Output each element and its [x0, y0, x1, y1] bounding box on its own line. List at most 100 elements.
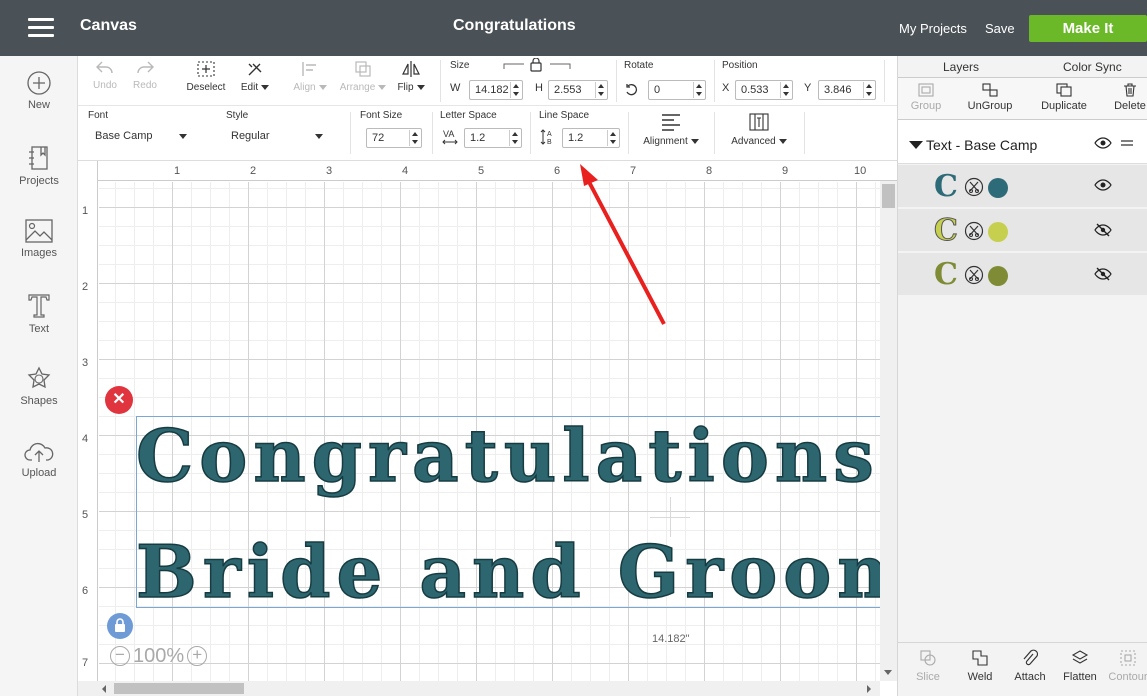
weld-button[interactable]: Weld — [960, 649, 1000, 683]
cut-operation-icon[interactable] — [964, 221, 984, 241]
hamburger-menu-icon[interactable] — [28, 18, 54, 38]
svg-text:A: A — [547, 131, 552, 138]
redo-button[interactable]: Redo — [130, 60, 160, 91]
scissors-pencil-icon — [248, 63, 262, 76]
layer-color-swatch[interactable] — [988, 178, 1008, 198]
ruler-tick-label: 8 — [706, 165, 713, 177]
line-space-input[interactable]: 1.2 — [562, 128, 620, 148]
layer-color-swatch[interactable] — [988, 266, 1008, 286]
advanced-menu-button[interactable]: Advanced — [724, 112, 794, 147]
vertical-scroll-thumb[interactable] — [882, 184, 895, 208]
height-input[interactable]: 2.553 — [548, 80, 608, 100]
scroll-left-arrow-icon[interactable] — [102, 685, 106, 693]
layer-color-swatch[interactable] — [988, 222, 1008, 242]
letter-space-label: Letter Space — [440, 110, 497, 121]
x-position-input[interactable]: 0.533 — [735, 80, 793, 100]
advanced-label: Advanced — [731, 136, 776, 147]
contour-button[interactable]: Contour — [1106, 649, 1147, 683]
eye-hidden-icon[interactable] — [1094, 223, 1112, 237]
style-label: Style — [226, 110, 249, 121]
flip-menu-button[interactable]: Flip — [394, 60, 428, 93]
layer-group-row[interactable]: Text - Base Camp — [898, 120, 1147, 164]
selection-bounding-box[interactable] — [136, 416, 896, 608]
cut-operation-icon[interactable] — [964, 265, 984, 285]
layer-row[interactable]: C — [898, 209, 1147, 252]
edit-menu-button[interactable]: Edit — [238, 60, 272, 93]
eye-hidden-icon[interactable] — [1094, 267, 1112, 281]
weld-icon — [972, 650, 988, 666]
layers-toolbar: Group UnGroup Duplicate Delete — [898, 78, 1147, 120]
eye-icon[interactable] — [1094, 179, 1112, 191]
size-lock-icon[interactable] — [502, 58, 572, 72]
undo-button[interactable]: Undo — [90, 60, 120, 91]
vertical-scrollbar[interactable] — [880, 181, 897, 681]
paperclip-icon — [1023, 649, 1039, 666]
sidebar-item-projects[interactable]: Projects — [0, 144, 78, 187]
width-label: W — [450, 82, 461, 94]
ruler-tick-label: 1 — [174, 165, 181, 177]
font-size-input[interactable]: 72 — [366, 128, 422, 148]
group-label: Group — [910, 100, 942, 112]
sidebar-item-label: Shapes — [20, 395, 58, 407]
toolbar-row-text: Font Base Camp Style Regular Font Size 7… — [78, 106, 897, 161]
arrange-menu-button[interactable]: Arrange — [338, 60, 388, 93]
y-position-input[interactable]: 3.846 — [818, 80, 876, 100]
my-projects-link[interactable]: My Projects — [899, 21, 967, 36]
alignment-label: Alignment — [643, 136, 688, 147]
design-canvas[interactable]: 1 2 3 4 5 6 7 8 9 10 1 2 3 4 5 6 7 Congr… — [78, 161, 897, 696]
y-position-value: 3.846 — [824, 84, 852, 96]
sidebar-item-images[interactable]: Images — [0, 218, 78, 259]
tab-layers[interactable]: Layers — [943, 60, 979, 74]
layers-bottom-toolbar: Slice Weld Attach Flatten Contour — [898, 642, 1147, 696]
letter-space-input[interactable]: 1.2 — [464, 128, 522, 148]
eye-icon[interactable] — [1094, 137, 1112, 149]
style-select[interactable]: Regular — [224, 126, 330, 146]
duplicate-button[interactable]: Duplicate — [1036, 82, 1092, 112]
panel-tabs: Layers Color Sync — [898, 56, 1147, 78]
zoom-out-button[interactable]: − — [110, 646, 130, 666]
slice-button[interactable]: Slice — [908, 649, 948, 683]
sidebar-item-text[interactable]: Text — [0, 292, 78, 335]
attach-label: Attach — [1014, 671, 1046, 683]
left-ruler: 1 2 3 4 5 6 7 — [78, 161, 98, 696]
zoom-in-button[interactable]: + — [187, 646, 208, 666]
width-input[interactable]: 14.182 — [469, 80, 523, 100]
rotate-input[interactable]: 0 — [648, 80, 706, 100]
rotate-label: Rotate — [624, 60, 654, 71]
attach-button[interactable]: Attach — [1010, 649, 1050, 683]
sidebar-item-label: Upload — [21, 467, 57, 479]
duplicate-label: Duplicate — [1041, 100, 1087, 112]
flatten-button[interactable]: Flatten — [1058, 649, 1102, 683]
ungroup-button[interactable]: UnGroup — [964, 82, 1016, 112]
align-menu-button[interactable]: Align — [288, 60, 332, 93]
plus-circle-icon — [27, 71, 51, 95]
scroll-down-arrow-icon[interactable] — [884, 670, 892, 675]
group-icon — [918, 83, 934, 97]
deselect-button[interactable]: Deselect — [184, 60, 228, 93]
sidebar-item-new[interactable]: New — [0, 70, 78, 111]
layer-group-name: Text - Base Camp — [926, 137, 1038, 153]
layer-row[interactable]: C — [898, 165, 1147, 208]
width-readout: 14.182" — [652, 633, 690, 645]
collapse-triangle-icon[interactable] — [909, 141, 923, 149]
save-link[interactable]: Save — [985, 21, 1015, 36]
delete-handle-icon[interactable]: ✕ — [105, 386, 133, 414]
cut-operation-icon[interactable] — [964, 177, 984, 197]
horizontal-scrollbar[interactable] — [78, 681, 880, 696]
scroll-right-arrow-icon[interactable] — [867, 685, 871, 693]
delete-button[interactable]: Delete — [1110, 82, 1147, 112]
horizontal-scroll-thumb[interactable] — [114, 683, 244, 694]
layer-row[interactable]: C — [898, 253, 1147, 296]
rotate-value: 0 — [654, 84, 661, 96]
group-button[interactable]: Group — [908, 82, 944, 112]
drag-handle-icon[interactable] — [1120, 138, 1134, 148]
tab-color-sync[interactable]: Color Sync — [1063, 60, 1122, 74]
sidebar-item-shapes[interactable]: Shapes — [0, 366, 78, 407]
sidebar-item-upload[interactable]: Upload — [0, 440, 78, 479]
top-bar: Canvas Congratulations My Projects Save … — [0, 0, 1147, 56]
make-it-button[interactable]: Make It — [1029, 15, 1147, 42]
alignment-menu-button[interactable]: Alignment — [638, 112, 704, 147]
font-select[interactable]: Base Camp — [88, 126, 194, 146]
top-ruler: 1 2 3 4 5 6 7 8 9 10 — [78, 161, 897, 181]
x-position-value: 0.533 — [741, 84, 769, 96]
